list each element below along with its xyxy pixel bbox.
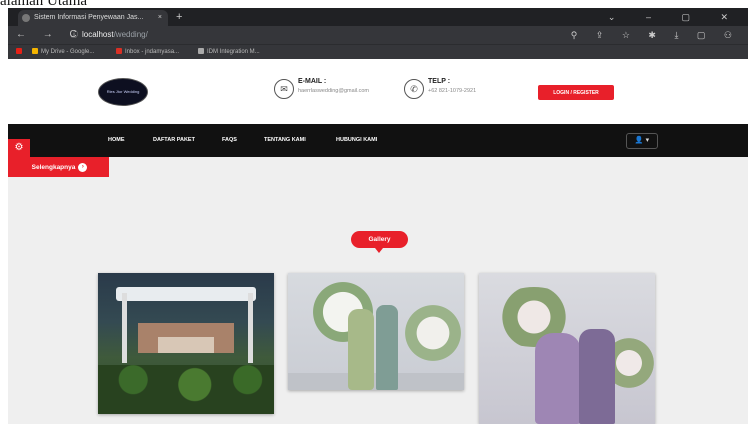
login-register-button[interactable]: LOGIN / REGISTER	[538, 85, 614, 100]
window-controls[interactable]: ⌄ – ▢ ✕	[608, 8, 742, 26]
selengkapnya-button[interactable]: Selengkapnya ›	[8, 157, 109, 177]
url-path: /wedding/	[113, 30, 148, 39]
new-tab-button[interactable]: +	[176, 8, 182, 26]
bookmark-drive[interactable]: My Drive - Google...	[32, 45, 94, 59]
email-value: haerrlaswedding@gmail.com	[298, 88, 370, 94]
youtube-icon[interactable]	[16, 45, 25, 59]
toolbar-icons[interactable]: ⚲ ⇪ ☆ ✱ ⤓ ▢ ⚇	[571, 26, 740, 44]
page-caption: alaman Utama	[0, 0, 88, 9]
url-field[interactable]: ⓘ localhost/wedding/	[70, 26, 148, 44]
mail-icon: ✉	[274, 79, 294, 99]
nav-faqs[interactable]: FAQS	[222, 124, 237, 157]
favicon-icon	[22, 14, 30, 22]
email-label: E-MAIL :	[298, 78, 327, 85]
bookmark-gmail[interactable]: Inbox - jndamyasa...	[116, 45, 179, 59]
user-dropdown[interactable]: 👤 ▾	[626, 133, 658, 149]
site-header: Ries Jtor Wedding ✉ E-MAIL : haerrlaswed…	[8, 59, 748, 124]
main-navbar: HOME DAFTAR PAKET FAQS TENTANG KAMI HUBU…	[8, 124, 748, 157]
tab-close-icon[interactable]: ×	[158, 10, 162, 26]
selengkapnya-label: Selengkapnya	[31, 164, 76, 171]
phone-icon: ✆	[404, 79, 424, 99]
bookmark-label: My Drive - Google...	[41, 49, 95, 55]
arrow-right-icon: ›	[78, 162, 88, 172]
site-logo[interactable]: Ries Jtor Wedding	[98, 78, 148, 106]
bookmark-label: Inbox - jndamyasa...	[125, 49, 180, 55]
phone-label: TELP :	[428, 78, 451, 85]
settings-gear-icon[interactable]: ⚙	[8, 139, 30, 157]
nav-tentang-kami[interactable]: TENTANG KAMI	[264, 124, 306, 157]
address-bar: ← → C ⓘ localhost/wedding/ ⚲ ⇪ ☆ ✱ ⤓ ▢ ⚇	[8, 26, 748, 44]
bookmark-idm[interactable]: IDM Integration M...	[198, 45, 260, 59]
tab-title: Sistem Informasi Penyewaan Jas...	[34, 14, 144, 21]
browser-tabbar: Sistem Informasi Penyewaan Jas... × + ⌄ …	[8, 8, 748, 26]
hero-banner: Selengkapnya › Gallery	[8, 157, 748, 424]
site-info-icon[interactable]: ⓘ	[70, 30, 78, 39]
bookmarks-bar: My Drive - Google... Inbox - jndamyasa..…	[8, 44, 748, 59]
nav-daftar-paket[interactable]: DAFTAR PAKET	[153, 124, 195, 157]
nav-hubungi-kami[interactable]: HUBUNGI KAMI	[336, 124, 377, 157]
nav-home[interactable]: HOME	[108, 124, 125, 157]
url-host: localhost	[82, 30, 114, 39]
phone-value: +62 821-1079-2921	[428, 88, 477, 94]
bookmark-label: IDM Integration M...	[207, 49, 260, 55]
gallery-photo-couple-2[interactable]	[479, 273, 655, 424]
gallery-photo-decoration[interactable]	[98, 273, 274, 414]
browser-tab[interactable]: Sistem Informasi Penyewaan Jas... ×	[18, 10, 168, 26]
gallery-label: Gallery	[351, 231, 408, 253]
browser-window: Sistem Informasi Penyewaan Jas... × + ⌄ …	[8, 8, 748, 424]
gallery-photo-couple-1[interactable]	[288, 273, 464, 390]
